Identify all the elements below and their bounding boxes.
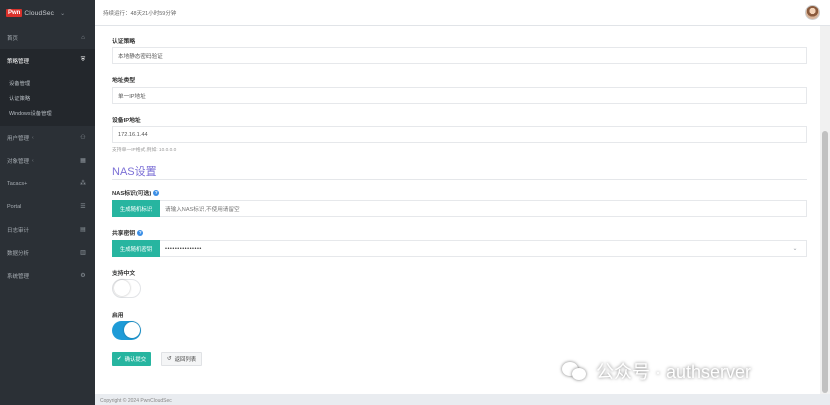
nas-id-group: 生成随机标识 请输入NAS标识,不使用请留空 <box>112 200 807 217</box>
toggle-knob <box>114 280 130 296</box>
avatar[interactable] <box>805 5 820 20</box>
grid-icon: ▦ <box>80 158 86 164</box>
sidebar-item-system[interactable]: 系统管理 ⚙ <box>0 264 95 287</box>
users-icon: ⚇ <box>80 135 86 141</box>
chevron-left-icon: ‹ <box>32 157 34 164</box>
sidebar-item-analytics[interactable]: 数据分析 ▥ <box>0 241 95 264</box>
enable-label: 启用 <box>112 313 124 319</box>
sidebar-item-label: 首页 <box>7 35 19 42</box>
addr-type-value: 单一IP地址 <box>118 93 146 100</box>
auth-policy-label: 认证策略 <box>112 39 136 45</box>
reveal-toggle-icon[interactable]: ⌄ <box>792 245 798 252</box>
logo[interactable]: Pwn CloudSec ⌄ <box>0 0 95 26</box>
sidebar-subitem-auth-policy[interactable]: 认证策略 <box>0 90 95 105</box>
sidebar-subitem-device[interactable]: 设备管理 <box>0 75 95 90</box>
auth-policy-value: 本地静态密码验证 <box>118 53 163 60</box>
help-icon[interactable]: ? <box>137 230 144 237</box>
file-icon: ▤ <box>80 227 86 233</box>
header: 持续运行：48天21小时59分钟 <box>95 0 830 26</box>
device-ip-label: 设备IP地址 <box>112 118 141 124</box>
cluster-icon: ⁂ <box>80 181 86 187</box>
shared-key-value: ••••••••••••••• <box>165 245 202 252</box>
nas-id-label: NAS标识(可选)? <box>112 190 160 197</box>
form-panel: 认证策略 本地静态密码验证 地址类型 单一IP地址 设备IP地址 172.16.… <box>95 26 820 394</box>
sidebar-item-label: 系统管理 <box>7 273 30 280</box>
sidebar-item-label: Tacacs+ <box>7 180 28 187</box>
shared-key-group: 生成随机密钥 ••••••••••••••• ⌄ <box>112 240 807 257</box>
shared-key-input[interactable]: ••••••••••••••• ⌄ <box>160 240 807 257</box>
sidebar-item-users[interactable]: 用户管理 ‹ ⚇ <box>0 126 95 149</box>
addr-type-select[interactable]: 单一IP地址 <box>112 87 807 104</box>
sidebar-item-label: 对象管理 <box>7 158 30 165</box>
generate-nas-id-button[interactable]: 生成随机标识 <box>112 200 160 217</box>
shield-icon: ⛨ <box>80 57 86 63</box>
generate-shared-key-button[interactable]: 生成随机密钥 <box>112 240 160 257</box>
sidebar: Pwn CloudSec ⌄ 首页 ⌂ 策略管理 ⛨ 设备管理 认证策略 Win… <box>0 0 95 405</box>
list-icon: ☰ <box>80 204 86 210</box>
enable-toggle[interactable] <box>112 321 141 340</box>
sidebar-subitem-windows[interactable]: Windows设备管理 <box>0 105 95 120</box>
addr-type-label: 地址类型 <box>112 78 136 84</box>
submit-button[interactable]: ✔ 确认提交 <box>112 352 152 366</box>
check-icon: ✔ <box>117 356 122 362</box>
scrollbar[interactable] <box>820 26 830 394</box>
chart-icon: ▥ <box>80 250 86 256</box>
sidebar-item-label: 日志审计 <box>7 227 30 234</box>
sidebar-item-home[interactable]: 首页 ⌂ <box>0 26 95 49</box>
footer-text: Copyright © 2024 PwnCloudSec <box>100 398 172 404</box>
chevron-down-icon[interactable]: ⌄ <box>60 10 65 17</box>
help-icon[interactable]: ? <box>153 190 160 197</box>
scroll-thumb[interactable] <box>822 131 828 393</box>
device-ip-hint: 支持单一IP格式,例如: 10.0.0.0 <box>112 148 177 153</box>
sidebar-item-label: 数据分析 <box>7 250 30 257</box>
sidebar-item-portal[interactable]: Portal ☰ <box>0 195 95 218</box>
section-divider <box>112 179 807 180</box>
logo-text: CloudSec <box>24 9 55 17</box>
sidebar-item-logs[interactable]: 日志审计 ▤ <box>0 218 95 241</box>
sidebar-item-label: Portal <box>7 203 22 210</box>
logo-badge: Pwn <box>6 9 23 17</box>
shared-key-label: 共享密钥? <box>112 230 144 237</box>
undo-icon: ↺ <box>167 356 172 362</box>
nas-id-placeholder: 请输入NAS标识,不使用请留空 <box>165 206 240 213</box>
uptime-text: 持续运行：48天21小时59分钟 <box>103 10 177 17</box>
sidebar-item-objects[interactable]: 对象管理 ‹ ▦ <box>0 149 95 172</box>
sidebar-item-label: 策略管理 <box>7 58 30 65</box>
nas-section-title: NAS设置 <box>112 166 157 178</box>
wechat-icon <box>562 360 588 382</box>
device-ip-input[interactable]: 172.16.1.44 <box>112 126 807 143</box>
toggle-knob <box>124 322 140 338</box>
chevron-left-icon: ‹ <box>32 134 34 141</box>
sidebar-submenu: 设备管理 认证策略 Windows设备管理 <box>0 72 95 126</box>
auth-policy-select[interactable]: 本地静态密码验证 <box>112 47 807 64</box>
chinese-support-label: 支持中文 <box>112 271 136 277</box>
chinese-support-toggle[interactable] <box>112 279 141 298</box>
device-ip-value: 172.16.1.44 <box>118 131 148 138</box>
watermark-text: 公众号 · authserver <box>596 362 752 382</box>
home-icon: ⌂ <box>81 34 85 41</box>
back-to-list-button[interactable]: ↺ 返回列表 <box>161 352 203 366</box>
sidebar-item-policy[interactable]: 策略管理 ⛨ <box>0 49 95 72</box>
sidebar-item-tacacs[interactable]: Tacacs+ ⁂ <box>0 172 95 195</box>
watermark: 公众号 · authserver <box>562 358 751 384</box>
gear-icon: ⚙ <box>80 273 86 279</box>
nas-id-input[interactable]: 请输入NAS标识,不使用请留空 <box>160 200 807 217</box>
sidebar-item-label: 用户管理 <box>7 135 30 142</box>
